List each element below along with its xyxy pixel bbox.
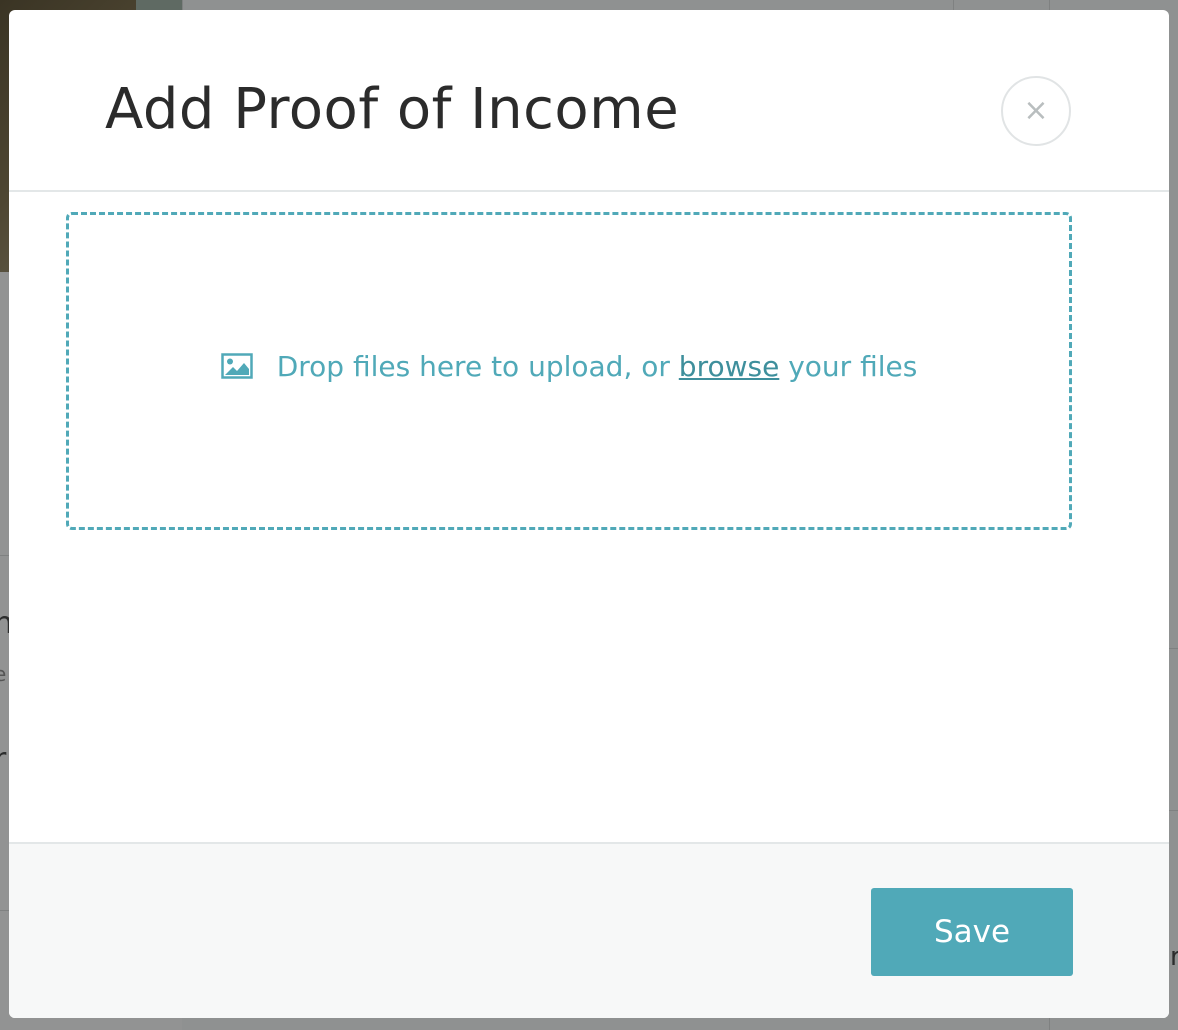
background-text-fragment: r [1170,942,1178,972]
background-divider [1169,648,1178,649]
dropzone-content: Drop files here to upload, or browse you… [220,350,918,383]
close-icon: × [1023,93,1049,128]
background-divider [182,0,183,10]
background-divider [0,555,9,556]
background-divider [1049,1018,1050,1030]
modal-title: Add Proof of Income [105,77,680,142]
background-text-fragment: r [0,742,7,777]
close-button[interactable]: × [1001,76,1071,146]
background-divider [0,910,9,911]
modal-footer: Save [9,842,1169,1018]
add-proof-of-income-modal: Add Proof of Income × Drop files here to… [9,10,1169,1018]
file-dropzone[interactable]: Drop files here to upload, or browse you… [66,212,1072,530]
background-divider [1169,810,1178,811]
image-icon [220,353,253,379]
dropzone-instructions: Drop files here to upload, or browse you… [277,350,918,383]
background-divider [953,0,954,10]
background-text-fragment: e [0,662,7,686]
background-divider [1049,0,1050,10]
save-button[interactable]: Save [871,888,1073,976]
dropzone-text-prefix: Drop files here to upload, or [276,349,679,383]
dropzone-text-suffix: your files [779,349,918,383]
browse-link[interactable]: browse [679,350,780,383]
modal-header: Add Proof of Income × [9,10,1169,192]
